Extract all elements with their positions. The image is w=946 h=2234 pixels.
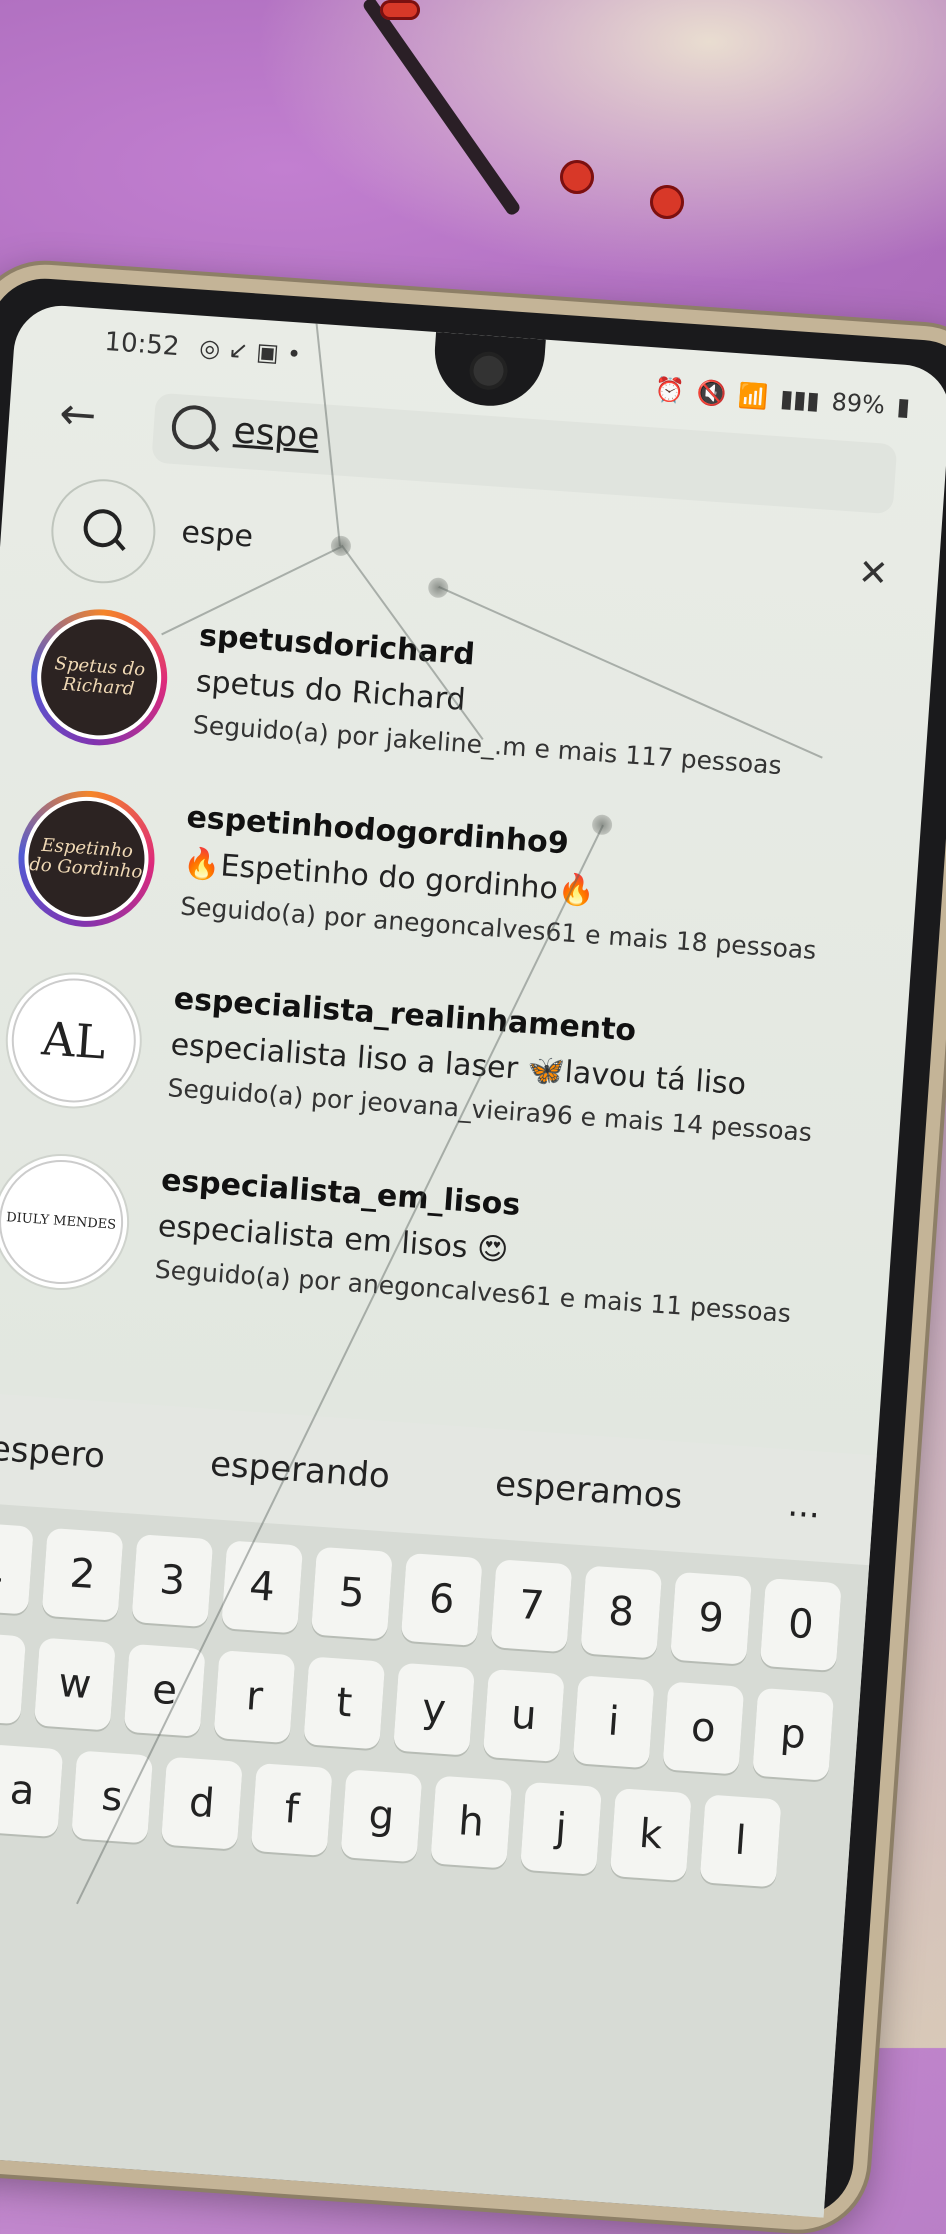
app-notification-icon: ▣ [255,337,288,368]
key[interactable]: w [33,1637,116,1731]
mute-icon: 🔇 [695,378,728,409]
dot: • [285,339,311,370]
key[interactable]: g [340,1769,423,1863]
avatar[interactable]: Spetus do Richard [26,604,172,750]
key[interactable]: a [0,1744,64,1838]
suggestion[interactable]: esperando [209,1444,391,1496]
whatsapp-icon: ◎ [198,333,230,364]
key[interactable]: f [250,1762,333,1857]
key[interactable]: k [609,1788,692,1882]
key[interactable]: l [699,1794,782,1888]
search-icon-circle [47,475,159,587]
key[interactable]: u [482,1668,565,1763]
back-arrow-icon[interactable]: ← [58,388,98,441]
alarm-icon: ⏰ [653,375,686,406]
key[interactable]: 0 [759,1578,842,1672]
result-full-name: spetus do Richard [194,664,467,718]
lanyard-bead [380,0,420,20]
key[interactable]: p [752,1687,835,1781]
key[interactable]: j [520,1781,602,1875]
close-icon[interactable]: ✕ [857,552,890,595]
keyboard: 1 2 3 4 5 6 7 8 9 0 q w e r t y u i o [0,1499,870,2218]
avatar-logo: AL [7,974,140,1107]
key[interactable]: o [662,1681,745,1775]
suggestion[interactable]: espero [0,1429,106,1477]
key[interactable]: 6 [400,1552,483,1647]
more-suggestions-button[interactable]: ... [786,1484,821,1526]
key[interactable]: 2 [41,1527,124,1621]
avatar-logo: DIULY MENDES [0,1155,128,1289]
result-followed-by: Seguido(a) por jakeline_.m e mais 117 pe… [192,710,783,781]
wifi-icon: 📶 [737,381,770,412]
avatar[interactable]: Espetinho do Gordinho [13,786,160,932]
recent-search-term[interactable]: espe [180,515,254,555]
key[interactable]: i [572,1675,655,1769]
key[interactable]: 8 [580,1565,663,1659]
key[interactable]: d [160,1756,243,1850]
lanyard-bead [560,160,594,194]
key[interactable]: 5 [310,1546,393,1640]
search-query[interactable]: espe [232,410,321,457]
key[interactable]: q [0,1631,27,1725]
avatar[interactable]: DIULY MENDES [0,1149,134,1295]
key[interactable]: 4 [221,1540,304,1634]
search-icon [170,403,218,451]
search-icon [82,507,123,549]
key[interactable]: 9 [670,1571,753,1665]
key[interactable]: t [303,1656,386,1750]
avatar[interactable]: AL [1,967,147,1114]
key[interactable]: h [430,1775,513,1869]
key[interactable]: 1 [0,1521,34,1615]
notification-icons: ◎↙▣• [198,334,310,370]
search-results: Spetus do Richard spetusdorichard spetus… [0,595,903,1382]
status-time: 10:52 [103,326,181,363]
lanyard-bead [650,185,684,219]
missed-call-icon: ↙ [227,335,258,366]
key[interactable]: 3 [131,1534,214,1628]
phone: 10:52 ◎↙▣• ⏰ 🔇 📶 ▮▮▮ 89% ▮ ← espe espe ✕… [0,260,946,2234]
key[interactable]: y [393,1662,475,1756]
battery-icon: ▮ [895,392,911,422]
key[interactable]: 7 [490,1559,573,1653]
suggestion[interactable]: esperamos [494,1464,684,1517]
avatar-logo: Spetus do Richard [37,615,162,740]
result-username: spetusdorichard [198,618,476,673]
battery-level: 89% [830,387,886,420]
system-icons: ⏰ 🔇 📶 ▮▮▮ 89% ▮ [654,375,911,421]
signal-icon: ▮▮▮ [779,384,821,415]
phone-screen: 10:52 ◎↙▣• ⏰ 🔇 📶 ▮▮▮ 89% ▮ ← espe espe ✕… [0,302,946,2218]
key[interactable]: r [213,1650,296,1744]
avatar-logo: Espetinho do Gordinho [24,796,149,921]
